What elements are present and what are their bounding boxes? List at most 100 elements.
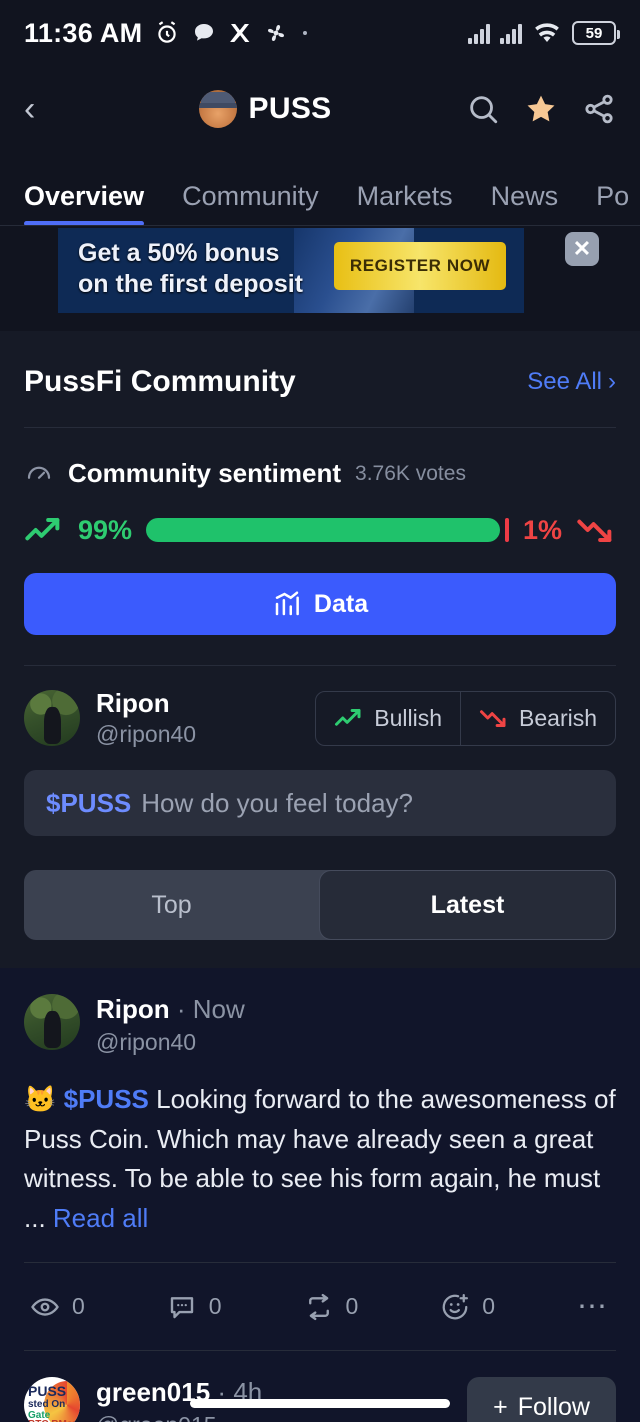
emoji-add-icon — [442, 1293, 469, 1319]
reaction-action[interactable]: 0 — [440, 1292, 577, 1322]
signal-icon — [500, 22, 522, 44]
cat-emoji-icon: 🐱 — [24, 1084, 57, 1114]
dot-icon — [303, 31, 308, 35]
avatar-text: sted On — [28, 1399, 66, 1411]
views-action[interactable]: 0 — [30, 1292, 167, 1322]
promo-avatar-icon[interactable]: PUSS sted On Gate MEXC BTC BMart — [24, 1377, 80, 1422]
trend-down-icon — [480, 710, 506, 727]
follow-label: Follow — [517, 1393, 590, 1422]
compose-user: Ripon @ripon40 — [96, 688, 196, 748]
ad-banner[interactable]: Get a 50% bonus on the first deposit REG… — [0, 226, 640, 331]
community-header: PussFi Community See All › — [24, 331, 616, 427]
bullish-bar — [146, 518, 501, 542]
page-title: PUSS — [248, 92, 332, 125]
battery-icon: 59 — [572, 21, 620, 45]
tab-news[interactable]: News — [491, 181, 559, 226]
trend-down-icon — [577, 519, 612, 542]
compose-user-handle: @ripon40 — [96, 721, 197, 747]
input-ticker: $PUSS — [46, 787, 132, 818]
comment-action[interactable]: 0 — [167, 1292, 304, 1322]
input-placeholder: How do you feel today? — [141, 787, 413, 818]
bearish-label: Bearish — [519, 704, 597, 731]
post-author-handle: @ripon40 — [96, 1029, 197, 1055]
read-all-link[interactable]: Read all — [53, 1203, 148, 1233]
comment-count: 0 — [208, 1293, 222, 1320]
share-icon[interactable] — [582, 92, 616, 126]
sort-top-button[interactable]: Top — [24, 870, 319, 940]
alarm-icon — [158, 21, 177, 43]
bullish-percent: 99% — [78, 514, 133, 545]
more-horizontal-icon[interactable]: ⋯ — [577, 1289, 610, 1324]
close-icon[interactable]: ✕ — [565, 232, 599, 266]
pinwheel-icon — [268, 25, 285, 41]
avatar-text: PUSS — [28, 1383, 67, 1400]
wifi-icon — [535, 23, 559, 42]
ad-text: Get a 50% bonus on the first deposit — [78, 238, 303, 301]
post-author-name: Ripon — [96, 994, 170, 1024]
signal-icon — [468, 22, 490, 44]
user-avatar-icon[interactable] — [24, 690, 80, 746]
back-button[interactable]: ‹ — [24, 90, 64, 129]
tab-community[interactable]: Community — [182, 181, 319, 226]
follow-button[interactable]: + Follow — [467, 1377, 616, 1422]
bearish-bar — [505, 518, 509, 542]
status-time: 11:36 AM — [24, 17, 143, 48]
post-input[interactable]: $PUSS How do you feel today? — [24, 770, 616, 836]
app-header: ‹ PUSS — [0, 66, 640, 152]
tab-posts[interactable]: Po — [596, 181, 629, 226]
bearish-button[interactable]: Bearish — [460, 691, 615, 745]
community-card: PussFi Community See All › Community sen… — [0, 331, 640, 968]
see-all-label: See All — [527, 368, 602, 395]
repost-icon — [308, 1293, 329, 1320]
see-all-link[interactable]: See All › — [527, 368, 616, 396]
repost-count: 0 — [345, 1293, 359, 1320]
header-actions — [466, 92, 616, 126]
bullish-label: Bullish — [374, 704, 443, 731]
ad-cta-button[interactable]: REGISTER NOW — [334, 242, 506, 290]
post-actions: 0 0 0 0 ⋯ — [24, 1262, 616, 1350]
tab-markets[interactable]: Markets — [357, 181, 453, 226]
star-icon[interactable] — [524, 92, 558, 126]
community-title: PussFi Community — [24, 365, 296, 398]
repost-action[interactable]: 0 — [304, 1292, 441, 1322]
post-ticker[interactable]: $PUSS — [64, 1084, 149, 1114]
data-button-label: Data — [313, 589, 369, 618]
list-item[interactable]: PUSS sted On Gate MEXC BTC BMart green01… — [24, 1350, 616, 1422]
status-bar: 11:36 AM 59 — [0, 0, 640, 66]
x-app-icon — [230, 24, 250, 42]
gauge-icon — [27, 466, 51, 479]
section-tabs: Overview Community Markets News Po — [0, 152, 640, 226]
trend-up-icon — [25, 518, 60, 541]
sentiment-bar-row: 99% 1% — [24, 489, 616, 573]
bullish-button[interactable]: Bullish — [316, 692, 460, 745]
chevron-right-icon: › — [608, 368, 616, 395]
header-title-group: PUSS — [64, 90, 466, 128]
sentiment-bar — [146, 518, 509, 542]
compose-user-name: Ripon — [96, 688, 170, 718]
sentiment-votes: 3.76K votes — [355, 461, 466, 485]
bar-chart-icon — [275, 591, 299, 616]
data-button[interactable]: Data — [24, 573, 616, 635]
sort-latest-button[interactable]: Latest — [319, 870, 616, 940]
search-icon[interactable] — [466, 92, 500, 126]
post-feed: Ripon · Now @ripon40 🐱 $PUSS Looking for… — [0, 968, 640, 1422]
post-author: Ripon · Now @ripon40 — [96, 994, 245, 1056]
battery-level: 59 — [585, 24, 603, 42]
feed-sort-toggle: Top Latest — [24, 870, 616, 940]
post-text: 🐱 $PUSS Looking forward to the awesomene… — [24, 1080, 616, 1238]
ad-line-2: on the first deposit — [78, 270, 303, 299]
ad-line-1: Get a 50% bonus — [78, 239, 280, 267]
tab-overview[interactable]: Overview — [24, 181, 145, 226]
status-left-icons — [154, 20, 310, 46]
post-header: Ripon · Now @ripon40 — [24, 994, 616, 1056]
ad-creative[interactable]: Get a 50% bonus on the first deposit REG… — [58, 228, 524, 313]
post-author-line: Ripon · Now — [96, 994, 245, 1025]
compose-row: Ripon @ripon40 Bullish Bearish — [24, 666, 616, 748]
comment-icon — [170, 1296, 193, 1318]
reaction-count: 0 — [482, 1293, 496, 1320]
sentiment-vote-group: Bullish Bearish — [315, 690, 616, 746]
list-item[interactable]: Ripon · Now @ripon40 🐱 $PUSS Looking for… — [24, 968, 616, 1350]
bearish-percent: 1% — [522, 514, 562, 545]
user-avatar-icon[interactable] — [24, 994, 80, 1050]
chat-icon — [195, 24, 214, 41]
